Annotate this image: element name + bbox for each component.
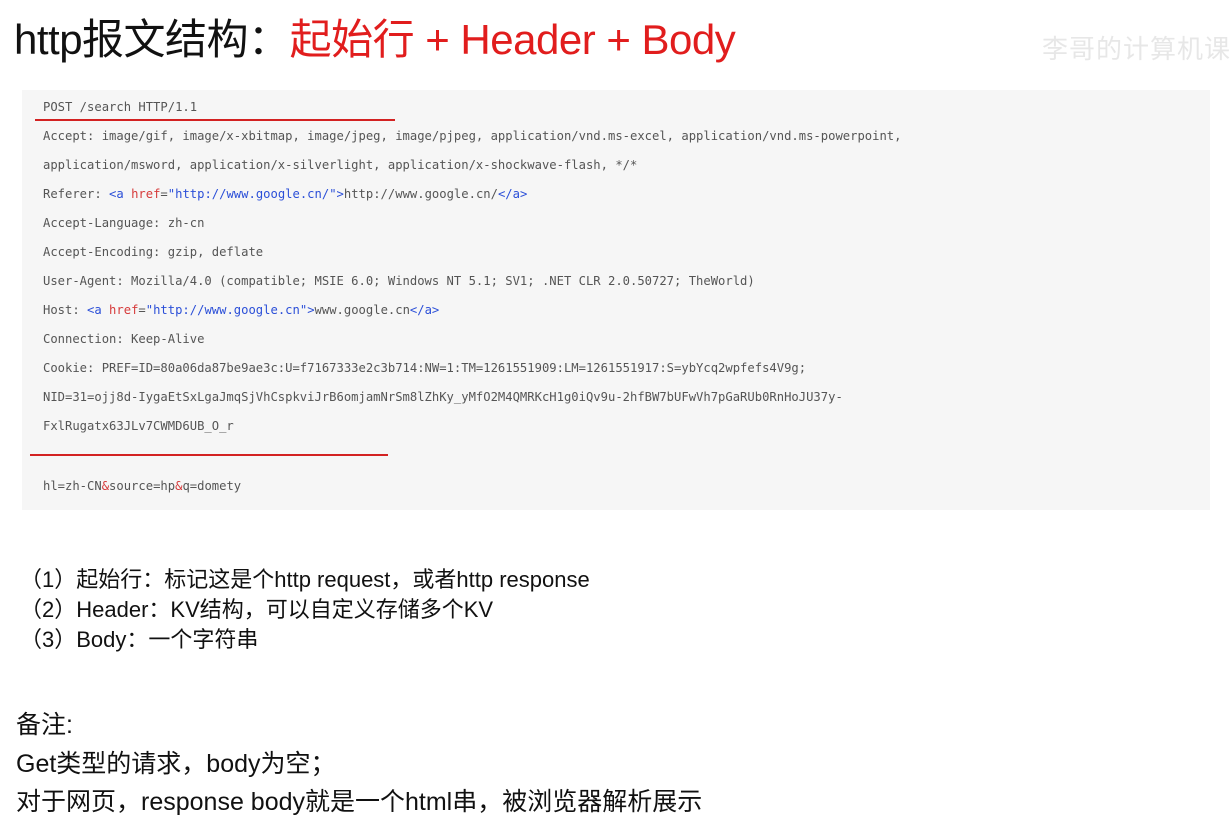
referer-key: Referer: [43, 187, 110, 201]
start-line: POST /search HTTP/1.1 [43, 100, 198, 114]
referer-value: "http://www.google.cn/" [167, 187, 337, 201]
host-attr: href [101, 303, 139, 317]
remark-line-1: Get类型的请求，body为空； [16, 750, 336, 778]
header-connection: Connection: Keep-Alive [43, 332, 205, 346]
body-amp-1: & [101, 479, 110, 493]
remark-heading: 备注: [16, 711, 73, 739]
host-key: Host: [43, 303, 88, 317]
referer-eq: = [160, 187, 168, 201]
host-eq: = [138, 303, 146, 317]
title-prefix: http报文结构： [14, 16, 290, 63]
note-body: （3）Body：一个字符串 [20, 627, 259, 652]
http-request-code-block: POST /search HTTP/1.1 Accept: image/gif,… [22, 90, 1210, 510]
host-value: "http://www.google.cn" [145, 303, 308, 317]
host-text: www.google.cn [314, 303, 410, 317]
referer-attr: href [123, 187, 161, 201]
header-accept-2: application/msword, application/x-silver… [43, 158, 638, 172]
header-accept-1: Accept: image/gif, image/x-xbitmap, imag… [43, 129, 902, 143]
referer-gt: > [336, 187, 344, 201]
header-accept-language: Accept-Language: zh-cn [43, 216, 205, 230]
header-cookie-3: FxlRugatx63JLv7CWMD6UB_O_r [43, 419, 234, 433]
referer-tag-close: </a> [497, 187, 528, 201]
host-tag-close: </a> [409, 303, 440, 317]
header-cookie-1: Cookie: PREF=ID=80a06da87be9ae3c:U=f7167… [43, 361, 807, 375]
host-tag-open: <a [87, 303, 102, 317]
body-part-3: q=domety [182, 479, 242, 493]
watermark: 李哥的计算机课 [1041, 35, 1231, 65]
note-start-line: （1）起始行：标记这是个http request，或者http response [20, 567, 590, 592]
header-accept-encoding: Accept-Encoding: gzip, deflate [43, 245, 264, 259]
remark-line-2: 对于网页，response body就是一个html串，被浏览器解析展示 [16, 788, 703, 816]
note-header: （2）Header：KV结构，可以自定义存储多个KV [20, 597, 494, 622]
header-body-divider [30, 454, 388, 456]
referer-tag-open: <a [109, 187, 124, 201]
request-body: hl=zh-CN&source=hp&q=domety [43, 477, 241, 495]
header-user-agent: User-Agent: Mozilla/4.0 (compatible; MSI… [43, 274, 755, 288]
body-part-2: source=hp [109, 479, 176, 493]
header-host: Host: <a href="http://www.google.cn">www… [43, 301, 439, 319]
host-gt: > [307, 303, 315, 317]
body-part-1: hl=zh-CN [43, 479, 102, 493]
referer-text: http://www.google.cn/ [343, 187, 498, 201]
title-highlight: 起始行 + Header + Body [289, 16, 736, 63]
slide-title: http报文结构：起始行 + Header + Body [14, 12, 736, 68]
start-line-underline [35, 119, 395, 121]
header-referer: Referer: <a href="http://www.google.cn/"… [43, 185, 527, 203]
header-cookie-2: NID=31=ojj8d-IygaEtSxLgaJmqSjVhCspkviJrB… [43, 390, 843, 404]
